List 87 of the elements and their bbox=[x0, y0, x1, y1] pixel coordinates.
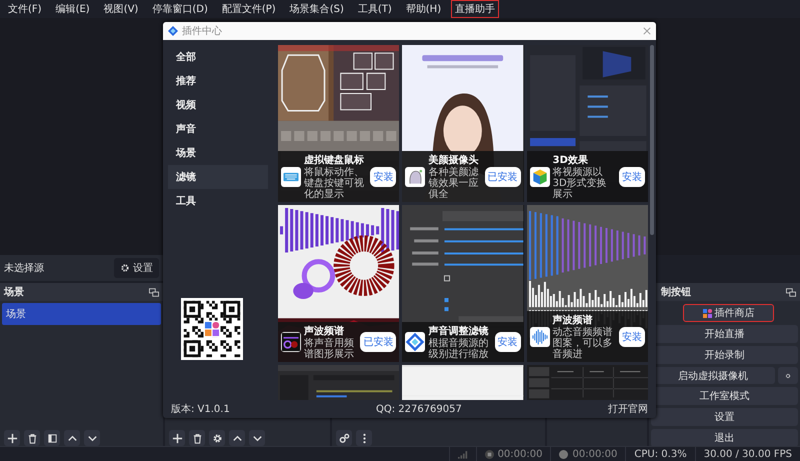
undock-icon[interactable] bbox=[786, 288, 796, 296]
version-label: 版本: V1.0.1 bbox=[171, 402, 230, 416]
add-button[interactable] bbox=[4, 430, 20, 446]
website-link[interactable]: 打开官网 bbox=[608, 402, 648, 416]
plugin-description: 将鼠标动作、键盘按键可视化的显示 bbox=[304, 167, 365, 200]
camera-settings-button[interactable] bbox=[778, 367, 798, 384]
filter-icon bbox=[46, 432, 58, 444]
trash-button[interactable] bbox=[24, 430, 40, 446]
install-button[interactable]: 安装 bbox=[370, 166, 396, 186]
qq-label: QQ: 2276769057 bbox=[376, 404, 462, 414]
plugin-title: 声音调整滤镜 bbox=[428, 324, 490, 338]
plugin-title: 美颜摄像头 bbox=[428, 153, 480, 166]
gears-button[interactable] bbox=[336, 430, 352, 446]
control-button[interactable]: 退出 bbox=[651, 429, 798, 447]
menu-item[interactable]: 场景集合(S) bbox=[286, 0, 348, 18]
plugin-description: 根据音频源的级别进行缩放 bbox=[428, 338, 490, 360]
fps-reading: 30.00 / 30.00 FPS bbox=[694, 447, 800, 461]
plugin-title: 3D效果 bbox=[552, 154, 589, 166]
chevron-up-button[interactable] bbox=[229, 430, 245, 446]
settings-icon bbox=[212, 432, 222, 444]
plugin-description: 各种美颜滤镜效果一应俱全 bbox=[428, 167, 480, 200]
keyboard-icon bbox=[281, 166, 301, 186]
category-tab[interactable]: 场景 bbox=[168, 141, 268, 165]
category-tab[interactable]: 工具 bbox=[168, 189, 268, 213]
install-button[interactable]: 安装 bbox=[619, 166, 645, 186]
category-tab[interactable]: 滤镜 bbox=[168, 165, 268, 189]
settings-icon bbox=[120, 263, 130, 273]
cpu-usage: CPU: 0.3% bbox=[625, 447, 695, 461]
plugin-title: 声波频谱 bbox=[304, 324, 345, 338]
plugin-description: 将声音用频谱图形展示 bbox=[304, 338, 355, 360]
add-button[interactable] bbox=[169, 430, 185, 446]
scrollbar[interactable] bbox=[650, 45, 654, 235]
trash-button[interactable] bbox=[189, 430, 205, 446]
chevron-down-button[interactable] bbox=[249, 430, 265, 446]
record-icon bbox=[559, 450, 568, 458]
store-icon bbox=[702, 308, 712, 318]
logo-icon bbox=[168, 26, 178, 36]
menu-item[interactable]: 视图(V) bbox=[100, 0, 142, 18]
plugin-title: 虚拟键盘鼠标 bbox=[304, 154, 365, 166]
gears-icon bbox=[338, 432, 350, 444]
control-button[interactable]: 插件商店 bbox=[683, 304, 774, 322]
close-icon[interactable] bbox=[643, 27, 651, 35]
diamond-icon bbox=[405, 332, 426, 352]
cube-icon bbox=[530, 166, 550, 186]
install-button[interactable]: 安装 bbox=[619, 326, 645, 346]
qr-code bbox=[181, 298, 243, 360]
waveform-icon bbox=[530, 326, 550, 346]
install-button[interactable]: 已安装 bbox=[484, 166, 521, 186]
add-icon bbox=[172, 432, 182, 444]
stream-time: 00:00:00 bbox=[498, 448, 542, 460]
person-icon bbox=[405, 166, 426, 186]
plugin-description: 将视频源以3D形式变换展示 bbox=[552, 167, 608, 200]
plugin-title: 声波频谱 bbox=[552, 313, 594, 326]
dialog-title: 插件中心 bbox=[182, 24, 223, 38]
menu-item[interactable]: 配置文件(P) bbox=[218, 0, 280, 18]
undock-icon[interactable] bbox=[149, 288, 159, 296]
settings-button[interactable]: 设置 bbox=[114, 258, 159, 278]
install-button[interactable]: 安装 bbox=[494, 332, 521, 352]
menu-item[interactable]: 停靠窗口(D) bbox=[148, 0, 212, 18]
signal-icon bbox=[458, 450, 468, 458]
menu-item[interactable]: 工具(T) bbox=[354, 0, 396, 18]
settings-button[interactable] bbox=[209, 430, 225, 446]
category-tab[interactable]: 视频 bbox=[168, 93, 268, 117]
scene-item[interactable]: 场景 bbox=[2, 303, 161, 325]
category-tab[interactable]: 声音 bbox=[168, 117, 268, 141]
stream-icon bbox=[484, 450, 494, 458]
more-button[interactable] bbox=[356, 430, 372, 446]
plugin-description: 动态音频频谱图案，可以多音频进 bbox=[552, 327, 614, 360]
panel-title: 制按钮 bbox=[661, 286, 691, 299]
filter-button[interactable] bbox=[44, 430, 60, 446]
panel-title: 场景 bbox=[4, 286, 24, 299]
install-button[interactable]: 已安装 bbox=[360, 332, 396, 352]
record-time: 00:00:00 bbox=[572, 448, 618, 460]
chevron-down-button[interactable] bbox=[84, 430, 100, 446]
menu-item[interactable]: 文件(F) bbox=[4, 0, 46, 18]
menu-item[interactable]: 帮助(H) bbox=[402, 0, 446, 18]
chevron-up-button[interactable] bbox=[64, 430, 80, 446]
menu-item[interactable]: 编辑(E) bbox=[52, 0, 94, 18]
add-icon bbox=[6, 432, 18, 444]
spectrum-icon bbox=[281, 332, 301, 352]
category-tab[interactable]: 推荐 bbox=[168, 69, 268, 93]
control-button[interactable]: 设置 bbox=[651, 408, 798, 426]
category-tab[interactable]: 全部 bbox=[168, 45, 268, 69]
trash-icon bbox=[26, 432, 38, 444]
trash-icon bbox=[192, 432, 202, 444]
no-source-label: 未选择源 bbox=[4, 262, 45, 275]
menu-item[interactable]: 直播助手 bbox=[451, 0, 500, 18]
